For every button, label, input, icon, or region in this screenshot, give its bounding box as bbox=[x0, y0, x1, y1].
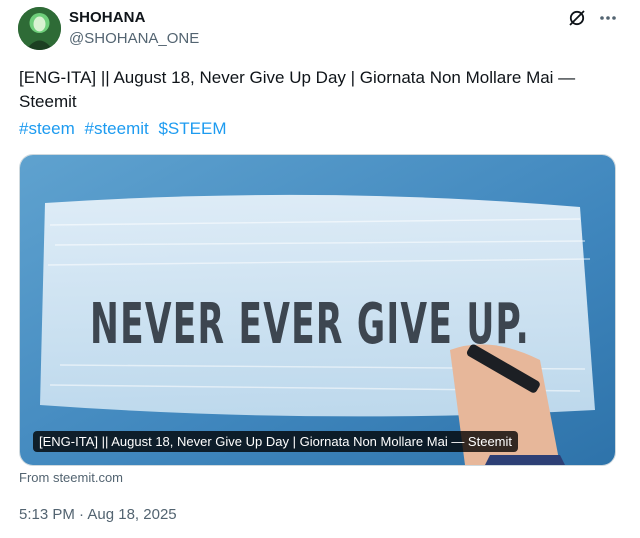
author-handle[interactable]: @SHOHANA_ONE bbox=[69, 30, 199, 47]
hashtags: #steem #steemit $STEEM bbox=[19, 117, 232, 141]
card-image: NEVER EVER GIVE UP. bbox=[20, 155, 615, 465]
grok-icon[interactable] bbox=[567, 8, 587, 28]
link-card[interactable]: NEVER EVER GIVE UP. [ENG-ITA] || August … bbox=[19, 154, 616, 466]
card-source[interactable]: From steemit.com bbox=[19, 470, 123, 485]
avatar[interactable] bbox=[18, 7, 61, 50]
timestamp-separator: · bbox=[79, 506, 85, 523]
post-time[interactable]: 5:13 PM bbox=[19, 506, 75, 523]
card-caption: [ENG-ITA] || August 18, Never Give Up Da… bbox=[33, 431, 519, 452]
hashtag-steemit[interactable]: #steemit bbox=[84, 119, 148, 138]
more-icon[interactable] bbox=[598, 8, 618, 28]
post-date[interactable]: Aug 18, 2025 bbox=[87, 506, 176, 523]
post-timestamp[interactable]: 5:13 PM · Aug 18, 2025 bbox=[19, 506, 177, 523]
avatar-image bbox=[18, 7, 61, 50]
author-name[interactable]: SHOHANA bbox=[69, 9, 146, 26]
hashtag-steem[interactable]: #steem bbox=[19, 119, 75, 138]
cashtag-steem[interactable]: $STEEM bbox=[158, 119, 226, 138]
post-text: [ENG-ITA] || August 18, Never Give Up Da… bbox=[19, 68, 576, 111]
